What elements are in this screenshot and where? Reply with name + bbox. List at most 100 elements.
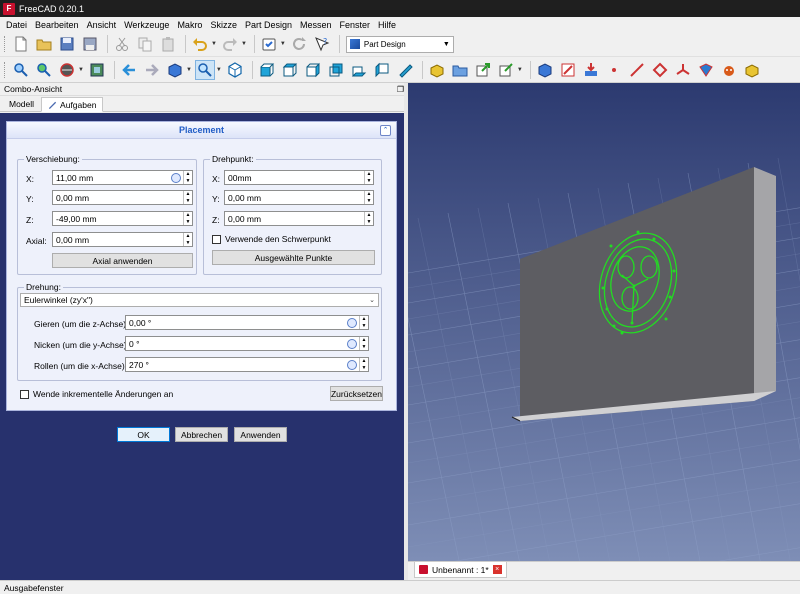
new-sketch-icon[interactable] [558,60,578,80]
macro-record-icon[interactable] [259,34,279,54]
spin-arrows[interactable]: ▲ ▼ [359,316,368,329]
document-tab[interactable]: Unbenannt : 1* × [414,562,507,578]
pitch-field[interactable]: 0 ° ▲ ▼ [125,336,369,351]
link-actions-icon[interactable] [496,60,516,80]
forward-icon[interactable] [142,60,162,80]
body-icon[interactable] [535,60,555,80]
clone-icon[interactable] [719,60,739,80]
fit-all-icon[interactable] [11,60,31,80]
left-icon[interactable] [372,60,392,80]
link-icon[interactable] [473,60,493,80]
new-icon[interactable] [11,34,31,54]
yaw-field[interactable]: 0,00 ° ▲ ▼ [125,315,369,330]
save-icon[interactable] [57,34,77,54]
menu-makro[interactable]: Makro [173,20,206,30]
spin-arrows[interactable]: ▲ ▼ [364,171,373,184]
shape-binder-icon[interactable] [696,60,716,80]
checkbox-box[interactable] [212,234,221,244]
undo-icon[interactable] [190,34,210,54]
zoom-dropdown-icon[interactable]: ▼ [216,67,222,73]
menu-ansicht[interactable]: Ansicht [83,20,121,30]
tab-aufgaben[interactable]: Aufgaben [41,97,104,112]
draw-style-dropdown-icon[interactable]: ▼ [78,67,84,73]
redo-icon[interactable] [220,34,240,54]
expression-icon[interactable] [171,172,181,183]
point-icon[interactable] [604,60,624,80]
zoom-icon[interactable] [194,59,215,80]
rotation-mode-select[interactable]: Eulerwinkel (zy'x") ⌄ [20,293,379,307]
redo-dropdown-icon[interactable]: ▼ [241,41,247,47]
menu-messen[interactable]: Messen [296,20,336,30]
translation-z-field[interactable]: -49,00 mm ▲ ▼ [52,211,193,226]
axial-field[interactable]: 0,00 mm ▲ ▼ [52,232,193,247]
menu-bearbeiten[interactable]: Bearbeiten [31,20,83,30]
collapse-icon[interactable]: ⌃ [380,125,391,136]
lcs-icon[interactable] [673,60,693,80]
spin-arrows[interactable]: ▲ ▼ [183,233,192,246]
ok-button[interactable]: OK [117,427,170,442]
measure-icon[interactable] [395,60,415,80]
toolbar-grip[interactable] [4,36,7,52]
paste-icon[interactable] [158,34,178,54]
undock-icon[interactable]: ❐ [397,85,404,94]
line-icon[interactable] [627,60,647,80]
expression-icon[interactable] [347,359,357,370]
rear-icon[interactable] [326,60,346,80]
close-icon[interactable]: × [492,565,502,574]
right-icon[interactable] [303,60,323,80]
menu-part-design[interactable]: Part Design [241,20,296,30]
link-actions-dropdown-icon[interactable]: ▼ [517,67,523,73]
spin-arrows[interactable]: ▲ ▼ [359,337,368,350]
menu-hilfe[interactable]: Hilfe [374,20,400,30]
cut-icon[interactable] [112,34,132,54]
expression-icon[interactable] [347,338,357,349]
incremental-checkbox[interactable]: Wende inkrementelle Änderungen an [20,389,173,399]
apply-button[interactable]: Anwenden [234,427,287,442]
center-x-field[interactable]: 00mm ▲ ▼ [224,170,374,185]
apply-axial-button[interactable]: Axial anwenden [52,253,193,268]
open-icon[interactable] [34,34,54,54]
front-icon[interactable] [257,60,277,80]
reset-button[interactable]: Zurücksetzen [330,386,383,401]
save-as-icon[interactable] [80,34,100,54]
cancel-button[interactable]: Abbrechen [175,427,228,442]
center-z-field[interactable]: 0,00 mm ▲ ▼ [224,211,374,226]
spin-arrows[interactable]: ▲ ▼ [183,212,192,225]
tab-modell[interactable]: Modell [2,96,41,111]
spin-arrows[interactable]: ▲ ▼ [183,171,192,184]
roll-field[interactable]: 270 ° ▲ ▼ [125,357,369,372]
attach-icon[interactable] [581,60,601,80]
copy-icon[interactable] [135,34,155,54]
checkbox-box[interactable] [20,389,29,399]
translation-x-field[interactable]: 11,00 mm ▲ ▼ [52,170,193,185]
refresh-icon[interactable] [289,34,309,54]
spin-arrows[interactable]: ▲ ▼ [183,191,192,204]
whats-this-icon[interactable]: ? [312,34,332,54]
menu-fenster[interactable]: Fenster [336,20,375,30]
spin-arrows[interactable]: ▲ ▼ [359,358,368,371]
use-centroid-checkbox[interactable]: Verwende den Schwerpunkt [212,234,331,244]
part-icon[interactable] [427,60,447,80]
workbench-selector[interactable]: Part Design ▼ [345,35,454,53]
fit-selection-icon[interactable] [34,60,54,80]
undo-dropdown-icon[interactable]: ▼ [211,41,217,47]
menu-datei[interactable]: Datei [2,20,31,30]
expression-icon[interactable] [347,317,357,328]
toolbar-grip[interactable] [4,61,7,78]
plane-icon[interactable] [650,60,670,80]
std-views-icon[interactable] [165,60,185,80]
group-icon[interactable] [450,60,470,80]
draw-style-icon[interactable] [57,60,77,80]
selected-points-button[interactable]: Ausgewählte Punkte [212,250,375,265]
isometric-icon[interactable] [225,60,245,80]
menu-skizze[interactable]: Skizze [206,20,241,30]
3d-view[interactable] [408,83,800,561]
spin-arrows[interactable]: ▲ ▼ [364,191,373,204]
sync-view-icon[interactable] [87,60,107,80]
center-y-field[interactable]: 0,00 mm ▲ ▼ [224,190,374,205]
back-icon[interactable] [119,60,139,80]
bottom-icon[interactable] [349,60,369,80]
top-icon[interactable] [280,60,300,80]
spin-arrows[interactable]: ▲ ▼ [364,212,373,225]
pad-icon[interactable] [742,60,762,80]
